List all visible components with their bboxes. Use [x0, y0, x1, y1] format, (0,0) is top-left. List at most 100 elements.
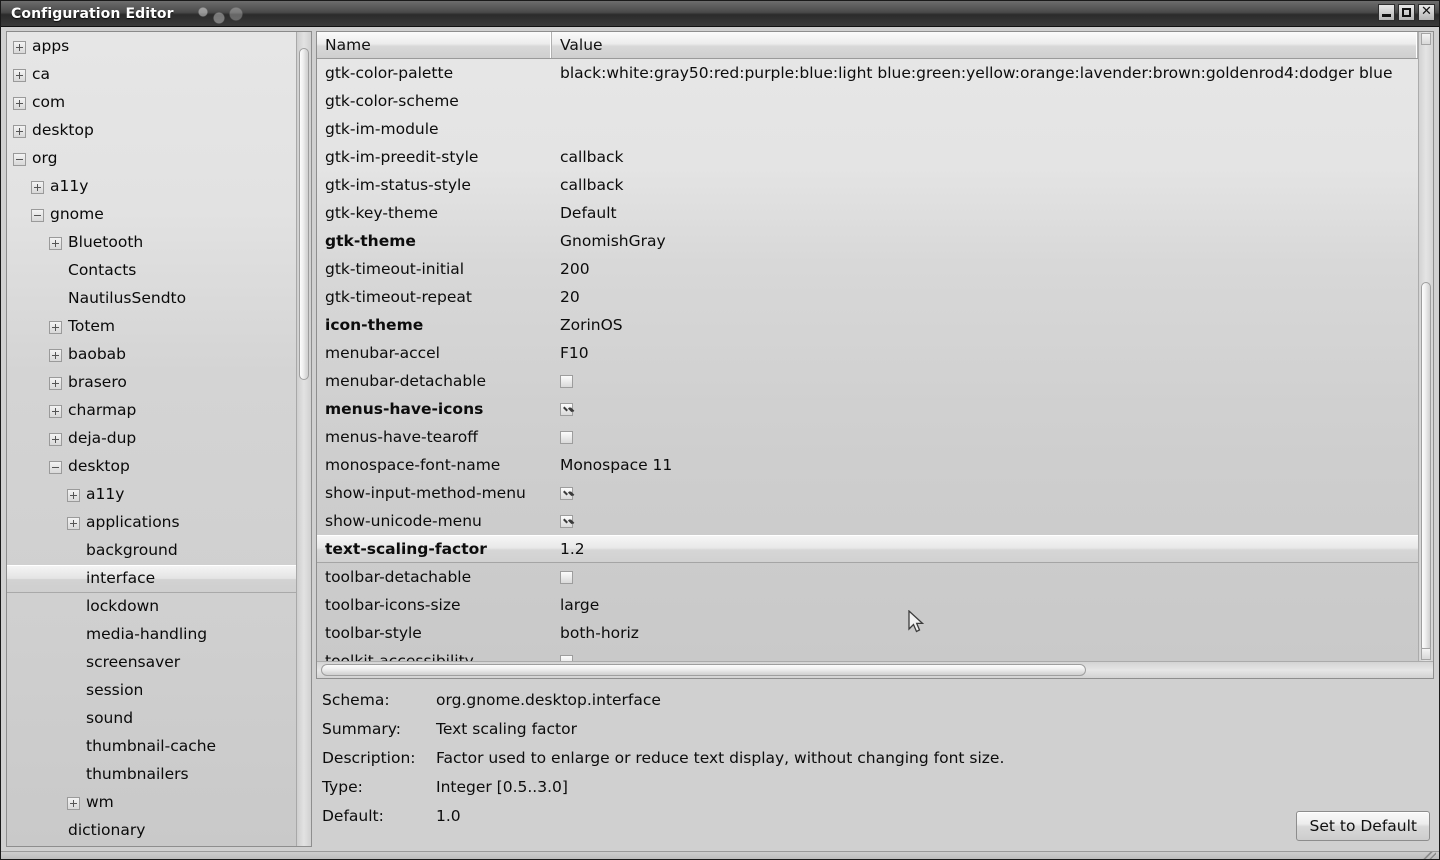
expander-plus-icon[interactable] — [49, 432, 62, 446]
key-row[interactable]: toolbar-style both-horiz — [317, 619, 1418, 647]
title-bar[interactable]: Configuration Editor ✕ — [1, 1, 1439, 27]
tree-item-screensaver[interactable]: screensaver — [7, 649, 296, 677]
tree-item-baobab[interactable]: baobab — [7, 341, 296, 369]
key-row[interactable]: show-input-method-menu — [317, 479, 1418, 507]
expander-minus-icon[interactable] — [49, 460, 62, 474]
expander-plus-icon[interactable] — [13, 124, 26, 138]
expander-plus-icon[interactable] — [49, 404, 62, 418]
checkbox-unchecked-icon[interactable] — [560, 431, 573, 444]
checkbox-unchecked-icon[interactable] — [560, 375, 573, 388]
expander-plus-icon[interactable] — [31, 180, 44, 194]
tree-item-brasero[interactable]: brasero — [7, 369, 296, 397]
key-value[interactable] — [552, 568, 1418, 586]
expander-plus-icon[interactable] — [13, 40, 26, 54]
key-list-horizontal-scrollbar[interactable] — [317, 661, 1433, 678]
expander-plus-icon[interactable] — [67, 796, 80, 810]
tree-item-charmap[interactable]: charmap — [7, 397, 296, 425]
key-row[interactable]: gtk-timeout-initial 200 — [317, 255, 1418, 283]
key-row[interactable]: toolbar-icons-size large — [317, 591, 1418, 619]
key-row[interactable]: text-scaling-factor 1.2 — [317, 535, 1418, 563]
key-value[interactable] — [552, 484, 1418, 502]
maximize-button[interactable] — [1398, 4, 1415, 21]
schema-tree[interactable]: apps ca com desktop org a11y gnome Bluetooth Con… — [7, 32, 296, 845]
tree-item-apps[interactable]: apps — [7, 33, 296, 61]
key-list-vertical-scrollbar[interactable] — [1418, 32, 1433, 661]
close-button[interactable]: ✕ — [1418, 4, 1435, 21]
column-header-value[interactable]: Value — [552, 32, 1418, 58]
tree-item-thumbnailers[interactable]: thumbnailers — [7, 761, 296, 789]
checkbox-checked-icon[interactable] — [560, 487, 573, 500]
key-row[interactable]: toolkit-accessibility — [317, 647, 1418, 661]
tree-item-background[interactable]: background — [7, 537, 296, 565]
tree-scrollbar-thumb[interactable] — [299, 48, 309, 380]
tree-vertical-scrollbar[interactable] — [296, 32, 311, 846]
key-row[interactable]: toolbar-detachable — [317, 563, 1418, 591]
key-value[interactable] — [552, 512, 1418, 530]
tree-item-com[interactable]: com — [7, 89, 296, 117]
key-row[interactable]: menus-have-tearoff — [317, 423, 1418, 451]
detail-value: Factor used to enlarge or reduce text di… — [436, 749, 1005, 767]
key-list-rows[interactable]: gtk-color-palette black:white:gray50:red:… — [317, 59, 1418, 661]
key-row[interactable]: menubar-detachable — [317, 367, 1418, 395]
resize-grip-icon[interactable] — [1420, 852, 1436, 859]
key-value[interactable] — [552, 428, 1418, 446]
tree-item-org[interactable]: org — [7, 145, 296, 173]
expander-plus-icon[interactable] — [67, 488, 80, 502]
key-list-scrollbar-thumb[interactable] — [1421, 282, 1431, 652]
tree-item-a11y[interactable]: a11y — [7, 481, 296, 509]
tree-item-deja-dup[interactable]: deja-dup — [7, 425, 296, 453]
expander-plus-icon[interactable] — [67, 516, 80, 530]
scroll-down-arrow-icon[interactable] — [1421, 648, 1431, 660]
key-value[interactable] — [552, 652, 1418, 661]
key-row[interactable]: gtk-timeout-repeat 20 — [317, 283, 1418, 311]
expander-plus-icon[interactable] — [13, 96, 26, 110]
checkbox-checked-icon[interactable] — [560, 403, 573, 416]
tree-item-sound[interactable]: sound — [7, 705, 296, 733]
tree-item-thumbnail-cache[interactable]: thumbnail-cache — [7, 733, 296, 761]
key-row[interactable]: gtk-im-preedit-style callback — [317, 143, 1418, 171]
scroll-up-arrow-icon[interactable] — [1421, 33, 1431, 45]
key-row[interactable]: menubar-accel F10 — [317, 339, 1418, 367]
checkbox-unchecked-icon[interactable] — [560, 571, 573, 584]
key-row[interactable]: gtk-im-status-style callback — [317, 171, 1418, 199]
key-list-hscrollbar-thumb[interactable] — [321, 664, 1086, 676]
expander-plus-icon[interactable] — [13, 68, 26, 82]
key-row[interactable]: icon-theme ZorinOS — [317, 311, 1418, 339]
expander-plus-icon[interactable] — [49, 376, 62, 390]
expander-plus-icon[interactable] — [49, 348, 62, 362]
column-header-name[interactable]: Name — [317, 32, 552, 58]
tree-item-desktop[interactable]: desktop — [7, 453, 296, 481]
checkbox-checked-icon[interactable] — [560, 515, 573, 528]
tree-item-a11y[interactable]: a11y — [7, 173, 296, 201]
tree-item-bluetooth[interactable]: Bluetooth — [7, 229, 296, 257]
key-row[interactable]: gtk-im-module — [317, 115, 1418, 143]
key-row[interactable]: gtk-color-scheme — [317, 87, 1418, 115]
key-row[interactable]: monospace-font-name Monospace 11 — [317, 451, 1418, 479]
tree-item-wm[interactable]: wm — [7, 789, 296, 817]
minimize-button[interactable] — [1378, 4, 1395, 21]
key-row[interactable]: menus-have-icons — [317, 395, 1418, 423]
key-value[interactable] — [552, 400, 1418, 418]
tree-item-applications[interactable]: applications — [7, 509, 296, 537]
tree-item-contacts[interactable]: Contacts — [7, 257, 296, 285]
key-row[interactable]: gtk-key-theme Default — [317, 199, 1418, 227]
expander-minus-icon[interactable] — [13, 152, 26, 166]
tree-item-dictionary[interactable]: dictionary — [7, 817, 296, 845]
key-row[interactable]: gtk-theme GnomishGray — [317, 227, 1418, 255]
key-value[interactable] — [552, 372, 1418, 390]
tree-item-ca[interactable]: ca — [7, 61, 296, 89]
tree-item-gnome[interactable]: gnome — [7, 201, 296, 229]
tree-item-media-handling[interactable]: media-handling — [7, 621, 296, 649]
tree-item-lockdown[interactable]: lockdown — [7, 593, 296, 621]
key-row[interactable]: show-unicode-menu — [317, 507, 1418, 535]
tree-item-session[interactable]: session — [7, 677, 296, 705]
tree-item-interface[interactable]: interface — [7, 565, 296, 593]
expander-plus-icon[interactable] — [49, 320, 62, 334]
expander-minus-icon[interactable] — [31, 208, 44, 222]
set-to-default-button[interactable]: Set to Default — [1296, 811, 1430, 841]
expander-plus-icon[interactable] — [49, 236, 62, 250]
tree-item-nautilussendto[interactable]: NautilusSendto — [7, 285, 296, 313]
tree-item-desktop[interactable]: desktop — [7, 117, 296, 145]
tree-item-totem[interactable]: Totem — [7, 313, 296, 341]
key-row[interactable]: gtk-color-palette black:white:gray50:red:… — [317, 59, 1418, 87]
